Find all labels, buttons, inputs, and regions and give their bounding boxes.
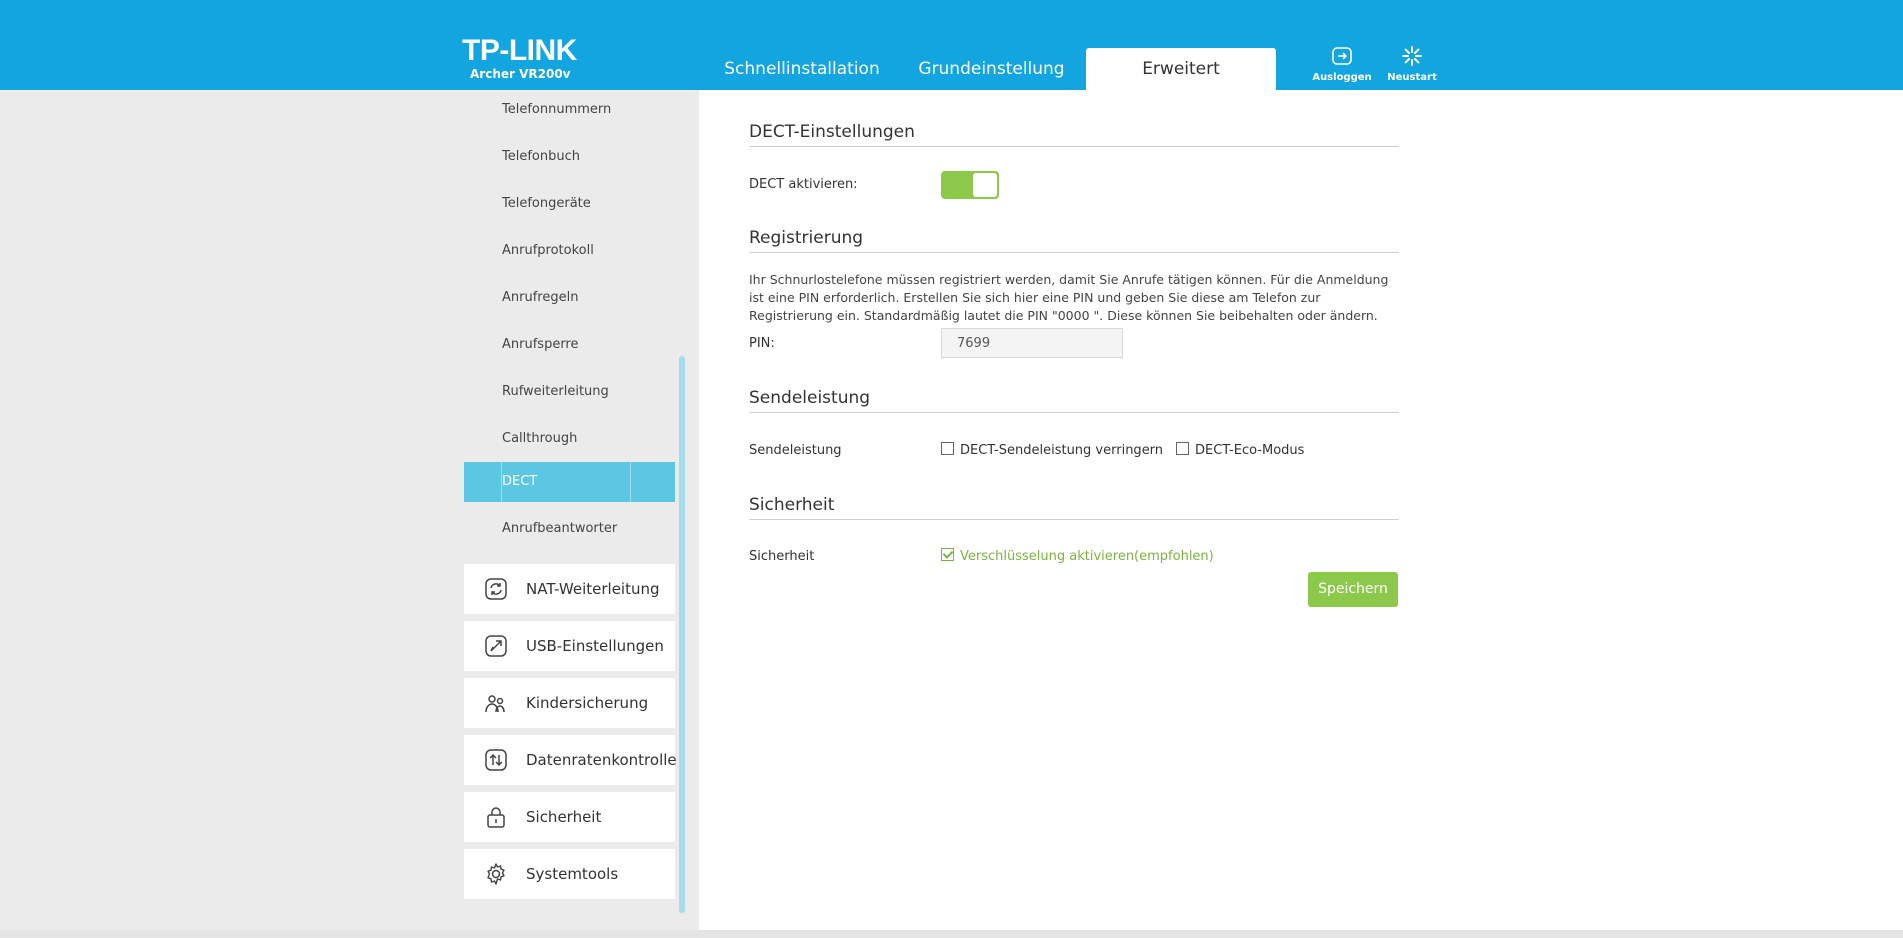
toggle-knob [973, 173, 997, 197]
section-title-sendeleistung: Sendeleistung [749, 388, 1399, 413]
tab-schnellinstallation[interactable]: Schnellinstallation [712, 48, 892, 90]
sidebar-item-dect[interactable]: DECT [464, 462, 675, 502]
sidebar-item-kindersicherung[interactable]: Kindersicherung [464, 678, 675, 728]
telephony-submenu: Telefonnummern Telefonbuch Telefongeräte… [464, 90, 675, 557]
save-button[interactable]: Speichern [1308, 572, 1398, 607]
tp-link-logo: TP-LINK Archer VR200v [462, 34, 577, 82]
checkbox-box [941, 548, 954, 561]
sidebar-item-anrufbeantworter[interactable]: Anrufbeantworter [464, 509, 675, 549]
sidebar-item-label: Telefongeräte [502, 196, 591, 211]
pin-label: PIN: [749, 336, 775, 351]
nat-forwarding-icon [485, 578, 507, 600]
reboot-label: Neustart [1387, 72, 1437, 83]
dect-enable-toggle[interactable] [941, 171, 999, 199]
sidebar-item-anrufsperre[interactable]: Anrufsperre [464, 325, 675, 365]
section-title-sicherheit: Sicherheit [749, 495, 1399, 520]
checkbox-box [941, 442, 954, 455]
menu-label: Kindersicherung [526, 694, 649, 712]
sidebar-item-label: Rufweiterleitung [502, 384, 609, 399]
checkbox-label: DECT-Sendeleistung verringern [960, 443, 1164, 458]
sidebar-scrollbar[interactable] [679, 356, 685, 913]
checkbox-label: Verschlüsselung aktivieren(empfohlen) [960, 549, 1214, 564]
sidebar-item-telefonbuch[interactable]: Telefonbuch [464, 137, 675, 177]
menu-label: Sicherheit [526, 808, 602, 826]
sidebar-item-callthrough[interactable]: Callthrough [464, 419, 675, 459]
main-content: DECT-Einstellungen DECT aktivieren: Regi… [699, 90, 1903, 930]
tab-erweitert[interactable]: Erweitert [1086, 48, 1276, 90]
encryption-checkbox[interactable]: Verschlüsselung aktivieren(empfohlen) [941, 548, 1214, 564]
sidebar-item-label: Anrufregeln [502, 290, 579, 305]
menu-label: USB-Einstellungen [526, 637, 664, 655]
sidebar-item-nat-weiterleitung[interactable]: NAT-Weiterleitung [464, 564, 675, 614]
sidebar-item-sicherheit[interactable]: Sicherheit [464, 792, 675, 842]
brand-name: TP-LINK [462, 34, 577, 67]
section-title-registrierung: Registrierung [749, 228, 1399, 253]
tab-grundeinstellung[interactable]: Grundeinstellung [905, 48, 1078, 90]
section-title-dect-einstellungen: DECT-Einstellungen [749, 122, 1399, 147]
eco-mode-checkbox[interactable]: DECT-Eco-Modus [1176, 442, 1304, 458]
logout-icon [1332, 47, 1352, 65]
bandwidth-control-icon [485, 749, 507, 771]
usb-icon [485, 635, 507, 657]
sidebar-item-label: Telefonbuch [502, 149, 580, 164]
dect-enable-label: DECT aktivieren: [749, 177, 858, 192]
sidebar-item-telefonnummern[interactable]: Telefonnummern [464, 90, 675, 130]
sidebar-item-rufweiterleitung[interactable]: Rufweiterleitung [464, 372, 675, 412]
sidebar-item-label: Callthrough [502, 431, 578, 446]
sidebar-item-anrufregeln[interactable]: Anrufregeln [464, 278, 675, 318]
gear-icon [487, 863, 505, 885]
menu-label: Datenratenkontrolle [526, 751, 677, 769]
logout-button[interactable]: Ausloggen [1307, 44, 1377, 83]
menu-label: NAT-Weiterleitung [526, 580, 660, 598]
menu-label: Systemtools [526, 865, 619, 883]
pin-input[interactable] [941, 328, 1123, 358]
logout-label: Ausloggen [1312, 72, 1372, 83]
sidebar-item-label: Anrufprotokoll [502, 243, 594, 258]
sidebar-item-anrufprotokoll[interactable]: Anrufprotokoll [464, 231, 675, 271]
page-bottom-strip [0, 930, 1903, 938]
sidebar-item-label: Anrufsperre [502, 337, 579, 352]
reduce-transmit-power-checkbox[interactable]: DECT-Sendeleistung verringern [941, 442, 1163, 458]
sidebar-item-label: Anrufbeantworter [502, 521, 618, 536]
checkbox-box [1176, 442, 1189, 455]
sidebar-item-usb-einstellungen[interactable]: USB-Einstellungen [464, 621, 675, 671]
model-name: Archer VR200v [470, 67, 571, 81]
top-header: TP-LINK Archer VR200v Schnellinstallatio… [0, 0, 1903, 90]
sidebar-item-datenratenkontrolle[interactable]: Datenratenkontrolle [464, 735, 677, 785]
security-label: Sicherheit [749, 549, 815, 564]
sidebar-item-telefongeraete[interactable]: Telefongeräte [464, 184, 675, 224]
checkbox-label: DECT-Eco-Modus [1195, 443, 1305, 458]
divider [630, 462, 631, 502]
lock-icon [487, 807, 505, 828]
sidebar-item-label: Telefonnummern [502, 102, 612, 117]
transmit-power-label: Sendeleistung [749, 443, 842, 458]
registration-description: Ihr Schnurlostelefone müssen registriert… [749, 272, 1389, 323]
sidebar-item-systemtools[interactable]: Systemtools [464, 849, 675, 899]
reboot-icon [1402, 46, 1422, 66]
parental-control-icon [485, 695, 505, 713]
reboot-button[interactable]: Neustart [1377, 44, 1447, 83]
sidebar-item-label: DECT [502, 474, 538, 489]
